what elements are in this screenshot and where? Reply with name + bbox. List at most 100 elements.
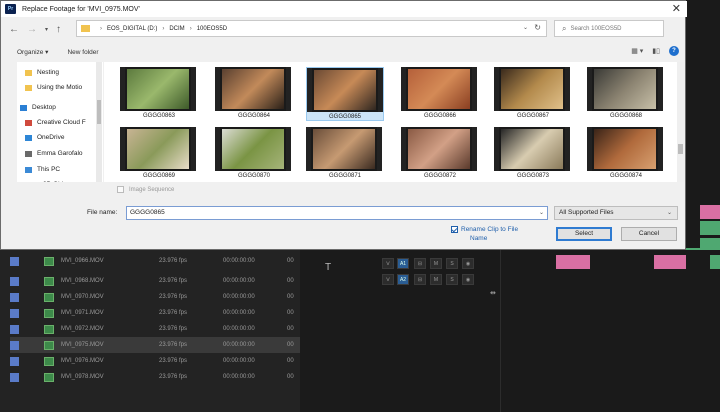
track-mic-icon[interactable]: ◉ xyxy=(462,274,474,285)
label-color-swatch[interactable] xyxy=(10,308,19,318)
project-item-row[interactable]: MVI_0976.MOV 23.976 fps 00:00:00:00 00 xyxy=(10,353,300,369)
close-icon[interactable]: ✕ xyxy=(672,1,681,17)
file-tile[interactable]: GGGG0865 xyxy=(306,67,384,121)
label-color-swatch[interactable] xyxy=(10,256,19,266)
label-color-swatch[interactable] xyxy=(10,372,19,382)
cancel-button[interactable]: Cancel xyxy=(621,227,677,241)
chevron-down-icon[interactable]: ⌄ xyxy=(539,207,544,219)
project-item-row[interactable]: MVI_0970.MOV 23.976 fps 00:00:00:00 00 xyxy=(10,289,300,305)
breadcrumb-drive[interactable]: EOS_DIGITAL (D:) xyxy=(107,26,157,32)
organize-menu[interactable]: Organize ▾ xyxy=(17,48,48,56)
type-tool-icon[interactable]: T xyxy=(325,262,331,273)
nav-item[interactable]: Using the Motio xyxy=(25,82,82,93)
nav-item[interactable]: Emma Garofalo xyxy=(25,148,83,159)
track-v1-target[interactable]: Ⅴ xyxy=(382,258,394,269)
select-button[interactable]: Select xyxy=(556,227,612,241)
video-clip[interactable] xyxy=(700,238,720,250)
back-arrow-icon[interactable]: ← xyxy=(9,24,19,35)
refresh-icon[interactable]: ↻ xyxy=(534,23,541,32)
recent-locations-icon[interactable]: ▾ xyxy=(45,26,48,33)
new-folder-button[interactable]: New folder xyxy=(67,49,98,56)
nav-item-label: This PC xyxy=(37,166,61,173)
project-item-row[interactable]: MVI_0972.MOV 23.976 fps 00:00:00:00 00 xyxy=(10,321,300,337)
nav-item[interactable]: 3D Obj xyxy=(31,179,63,182)
clip-frame-rate: 23.976 fps xyxy=(159,358,188,364)
track-v2-target[interactable]: Ⅴ xyxy=(382,274,394,285)
file-name: GGGG0867 xyxy=(516,113,549,119)
clip-timecode: 00:00:00:00 xyxy=(223,258,255,264)
nav-scrollbar[interactable] xyxy=(96,62,102,182)
file-tile[interactable]: GGGG0866 xyxy=(401,67,479,119)
label-color-swatch[interactable] xyxy=(10,292,19,302)
film-perforation xyxy=(306,127,311,171)
up-arrow-icon[interactable]: ↑ xyxy=(56,24,61,35)
file-tile[interactable]: GGGG0868 xyxy=(587,67,665,119)
rename-clip-checkbox[interactable] xyxy=(451,226,458,233)
search-input[interactable]: ⌕ Search 100EOS5D xyxy=(554,20,664,37)
audio-clip[interactable] xyxy=(710,255,720,269)
file-tile[interactable]: GGGG0874 xyxy=(587,127,665,179)
nav-item[interactable]: This PC xyxy=(25,164,60,175)
clip-timecode: 00:00:00:00 xyxy=(223,326,255,332)
video-clip[interactable] xyxy=(700,221,720,235)
file-tile[interactable]: GGGG0864 xyxy=(215,67,293,119)
file-tile[interactable]: GGGG0869 xyxy=(120,127,198,179)
breadcrumb-current-folder[interactable]: 100EOS5D xyxy=(197,26,227,32)
file-name-input[interactable]: GGGG0865 ⌄ xyxy=(126,206,548,220)
forward-arrow-icon[interactable]: → xyxy=(27,24,37,35)
thumbnail-image xyxy=(501,69,563,109)
label-color-swatch[interactable] xyxy=(10,356,19,366)
nav-item[interactable]: OneDrive xyxy=(25,132,64,143)
file-tile[interactable]: GGGG0863 xyxy=(120,67,198,119)
rename-clip-label-cont: Name xyxy=(470,235,488,242)
track-a2-source[interactable]: A2 xyxy=(397,274,409,285)
file-tile[interactable]: GGGG0872 xyxy=(401,127,479,179)
address-dropdown-icon[interactable]: ⌄ xyxy=(523,24,528,31)
file-tile[interactable]: GGGG0871 xyxy=(306,127,384,179)
film-perforation xyxy=(401,67,406,111)
project-item-row[interactable]: MVI_0971.MOV 23.976 fps 00:00:00:00 00 xyxy=(10,305,300,321)
label-color-swatch[interactable] xyxy=(10,276,19,286)
file-tile[interactable]: GGGG0873 xyxy=(494,127,572,179)
track-solo[interactable]: S xyxy=(446,258,458,269)
label-color-swatch[interactable] xyxy=(10,340,19,350)
file-name: GGGG0870 xyxy=(237,173,270,179)
nav-item[interactable]: Creative Cloud F xyxy=(25,117,86,128)
file-type-filter[interactable]: All Supported Files ⌄ xyxy=(554,206,678,220)
nav-item[interactable]: Nesting xyxy=(25,67,59,78)
clip-timecode: 00:00:00:00 xyxy=(223,278,255,284)
file-tile[interactable]: GGGG0870 xyxy=(215,127,293,179)
help-icon[interactable]: ? xyxy=(669,46,679,56)
file-list-scrollbar[interactable] xyxy=(677,62,684,182)
view-options-icon[interactable]: ▦ ▾ xyxy=(631,47,643,55)
file-tile[interactable]: GGGG0867 xyxy=(494,67,572,119)
wrench-icon[interactable]: ⇹ xyxy=(490,289,496,297)
clip-timecode: 00:00:00:00 xyxy=(223,342,255,348)
clip-name: MVI_0968.MOV xyxy=(61,278,104,284)
track-lock[interactable]: ⊟ xyxy=(414,274,426,285)
audio-clip[interactable] xyxy=(654,255,686,269)
track-mute[interactable]: M xyxy=(430,258,442,269)
label-color-swatch[interactable] xyxy=(10,324,19,334)
track-lock[interactable]: ⊟ xyxy=(414,258,426,269)
clip-name: MVI_0975.MOV xyxy=(61,342,104,348)
film-perforation xyxy=(494,127,499,171)
track-mic-icon[interactable]: ◉ xyxy=(462,258,474,269)
clip-timecode: 00:00:00:00 xyxy=(223,310,255,316)
video-thumbnail xyxy=(587,67,663,111)
address-bar[interactable]: › EOS_DIGITAL (D:) › DCIM › 100EOS5D ⌄ ↻ xyxy=(76,20,547,37)
project-item-row[interactable]: MVI_0966.MOV 23.976 fps 00:00:00:00 00 xyxy=(10,253,300,269)
track-mute[interactable]: M xyxy=(430,274,442,285)
track-a1-source[interactable]: A1 xyxy=(397,258,409,269)
project-item-row[interactable]: MVI_0968.MOV 23.976 fps 00:00:00:00 00 xyxy=(10,273,300,289)
preview-pane-icon[interactable]: ▮▯ xyxy=(652,47,660,55)
audio-clip[interactable] xyxy=(556,255,590,269)
project-item-row[interactable]: MVI_0978.MOV 23.976 fps 00:00:00:00 00 xyxy=(10,369,300,385)
breadcrumb-dcim[interactable]: DCIM xyxy=(169,26,184,32)
rename-clip-option[interactable]: Rename Clip to File Name xyxy=(451,225,518,243)
video-clip[interactable] xyxy=(700,205,720,219)
track-solo[interactable]: S xyxy=(446,274,458,285)
clip-extra: 00 xyxy=(287,278,294,284)
nav-item[interactable]: Desktop xyxy=(20,102,56,113)
project-item-row[interactable]: MVI_0975.MOV 23.976 fps 00:00:00:00 00 xyxy=(10,337,300,353)
